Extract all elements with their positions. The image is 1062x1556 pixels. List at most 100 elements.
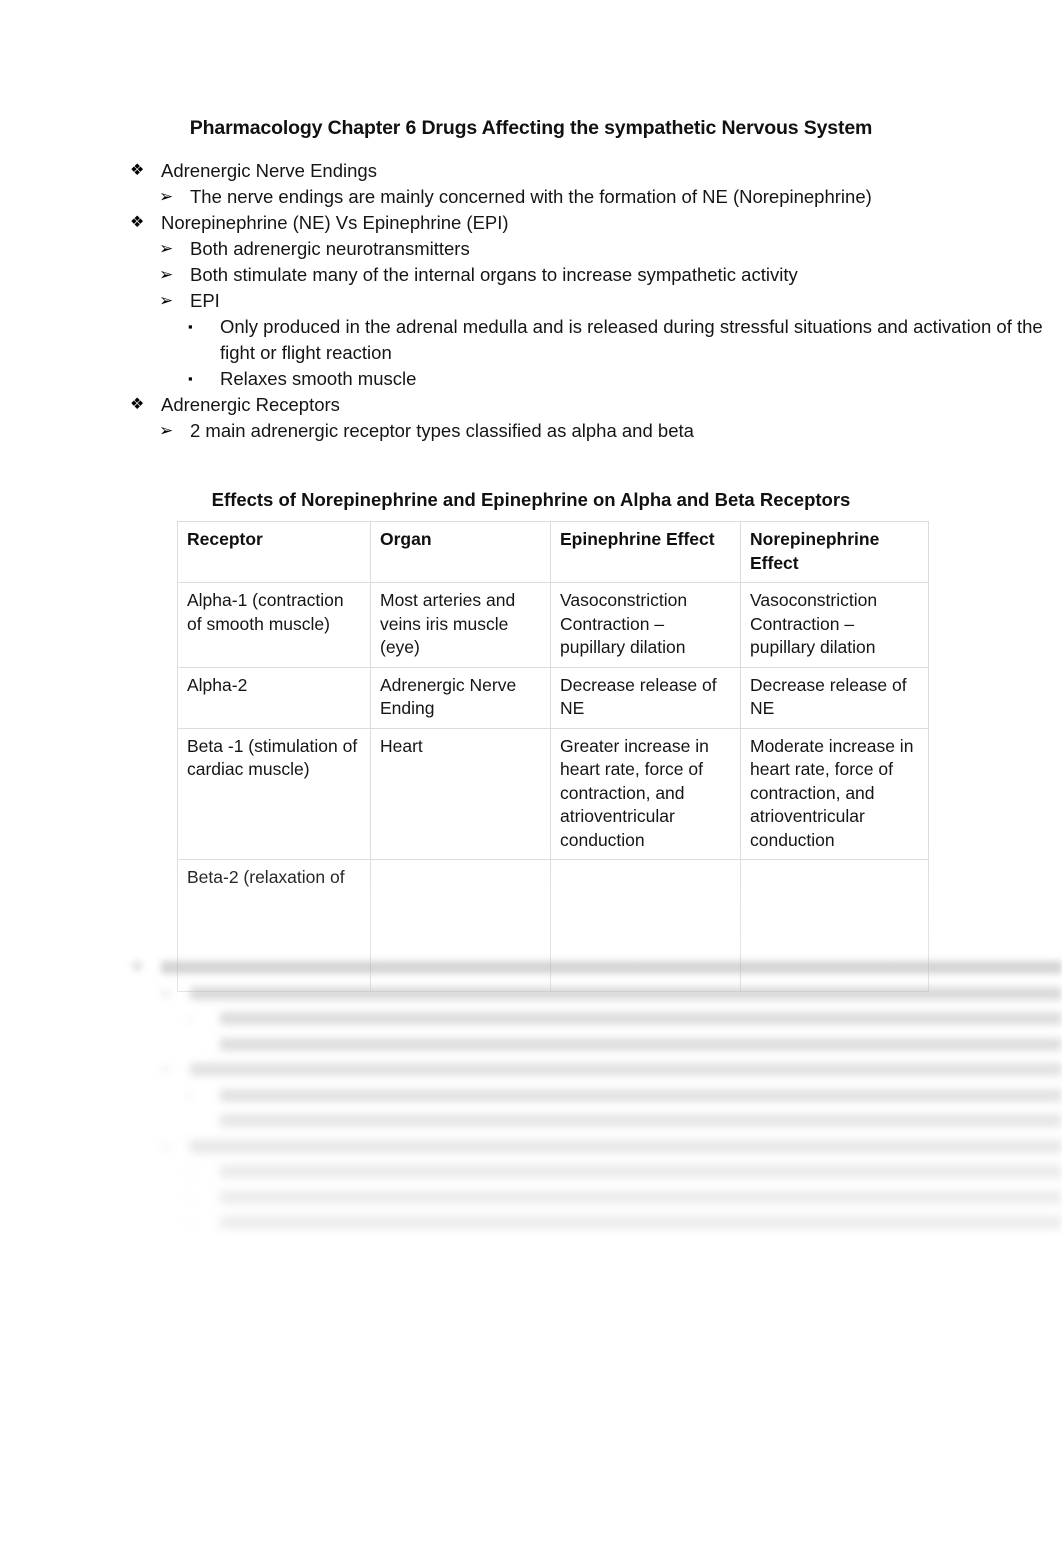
illegible-text-block — [220, 1114, 1062, 1127]
illegible-list-item: ▪ — [0, 1210, 1062, 1236]
outline-list: ❖ Adrenergic Nerve Endings ➢ The nerve e… — [0, 158, 1062, 444]
column-header-organ: Organ — [370, 521, 551, 583]
illegible-text-block — [220, 1190, 1062, 1204]
cell-organ: Adrenergic Nerve Ending — [370, 666, 551, 729]
list-item-label: EPI — [190, 290, 220, 311]
illegible-text-block — [750, 913, 919, 937]
list-item: ❖ Adrenergic Nerve Endings — [0, 158, 1062, 184]
diamond-bullet-icon: ❖ — [130, 214, 145, 231]
cell-receptor-text: Beta-2 (relaxation of — [187, 867, 345, 887]
square-bullet-icon: ▪ — [188, 370, 193, 386]
illegible-list-item — [0, 1032, 1062, 1058]
illegible-text-block — [220, 1037, 1062, 1051]
cell-norepinephrine: Decrease release of NE — [740, 666, 929, 729]
illegible-text-block — [187, 913, 361, 937]
effects-table-container: Receptor Organ Epinephrine Effect Norepi… — [177, 521, 929, 992]
list-item-label: Only produced in the adrenal medulla and… — [220, 316, 1043, 363]
arrow-bullet-icon: ➢ — [159, 187, 174, 206]
cell-receptor: Beta -1 (stimulation of cardiac muscle) — [177, 727, 371, 860]
list-item-label: Both stimulate many of the internal orga… — [190, 264, 798, 285]
illegible-text-block — [220, 1216, 1062, 1229]
illegible-list-item — [0, 1108, 1062, 1134]
table-caption: Effects of Norepinephrine and Epinephrin… — [211, 489, 851, 510]
arrow-bullet-icon: ➢ — [159, 983, 174, 1003]
illegible-text-block — [220, 1088, 1062, 1102]
cell-epinephrine: Decrease release of NE — [550, 666, 741, 729]
illegible-list-item: ➢ — [0, 1057, 1062, 1083]
cell-norepinephrine: Moderate increase in heart rate, force o… — [740, 727, 929, 860]
illegible-text-block — [380, 913, 541, 937]
illegible-list-item: ➢ — [0, 981, 1062, 1007]
illegible-list-item: ▪ — [0, 1006, 1062, 1032]
diamond-bullet-icon: ❖ — [130, 162, 145, 179]
square-bullet-icon: ▪ — [188, 319, 193, 334]
effects-table: Receptor Organ Epinephrine Effect Norepi… — [177, 521, 929, 992]
blurred-outline-block: ❖ ➢ ▪ ➢ ▪ ➢ ▪ ▪ ▪ — [0, 955, 1062, 1236]
arrow-bullet-icon: ➢ — [159, 1136, 174, 1156]
illegible-text-block — [220, 1012, 1062, 1025]
illegible-text-block — [380, 866, 541, 890]
page-title: Pharmacology Chapter 6 Drugs Affecting t… — [189, 117, 873, 139]
table-row: Alpha-2 Adrenergic Nerve Ending Decrease… — [177, 666, 929, 729]
arrow-bullet-icon: ➢ — [159, 1060, 174, 1079]
arrow-bullet-icon: ➢ — [159, 265, 174, 284]
list-item: ➢ The nerve endings are mainly concerned… — [0, 184, 1062, 210]
arrow-bullet-icon: ➢ — [159, 239, 174, 258]
cell-organ: Heart — [370, 727, 551, 860]
list-item-label: Relaxes smooth muscle — [220, 367, 417, 389]
list-item-label: The nerve endings are mainly concerned w… — [190, 186, 872, 207]
cell-receptor: Alpha-1 (contraction of smooth muscle) — [177, 582, 371, 668]
list-item-label: Adrenergic Receptors — [161, 393, 340, 415]
cell-organ: Most arteries and veins iris muscle (eye… — [370, 582, 551, 668]
cell-epinephrine: Vasoconstriction Contraction – pupillary… — [550, 582, 741, 668]
list-item: ➢ Both adrenergic neurotransmitters — [0, 236, 1062, 262]
illegible-text-block — [190, 1063, 1062, 1076]
diamond-bullet-icon: ❖ — [130, 395, 145, 413]
illegible-text-block — [560, 913, 731, 937]
illegible-text-block — [380, 890, 541, 914]
list-item: ❖ Norepinephrine (NE) Vs Epinephrine (EP… — [0, 210, 1062, 236]
table-row: Beta -1 (stimulation of cardiac muscle) … — [177, 727, 929, 860]
illegible-text-block — [560, 866, 731, 890]
illegible-text-block — [220, 1165, 1062, 1178]
illegible-list-item: ❖ — [0, 955, 1062, 981]
table-header-row: Receptor Organ Epinephrine Effect Norepi… — [177, 521, 929, 583]
illegible-text-block — [560, 890, 731, 914]
cell-receptor: Alpha-2 — [177, 666, 371, 729]
table-row: Alpha-1 (contraction of smooth muscle) M… — [177, 582, 929, 668]
cell-norepinephrine: Vasoconstriction Contraction – pupillary… — [740, 582, 929, 668]
list-item: ▪ Relaxes smooth muscle — [0, 366, 1062, 392]
diamond-bullet-icon: ❖ — [130, 959, 145, 976]
illegible-text-block — [187, 890, 361, 914]
list-item: ➢ Both stimulate many of the internal or… — [0, 262, 1062, 288]
arrow-bullet-icon: ➢ — [159, 291, 174, 310]
illegible-list-item: ▪ — [0, 1083, 1062, 1109]
illegible-list-item: ▪ — [0, 1159, 1062, 1185]
illegible-text-block — [190, 986, 1062, 1000]
square-bullet-icon: ▪ — [188, 1215, 193, 1230]
cell-epinephrine: Greater increase in heart rate, force of… — [550, 727, 741, 860]
illegible-text-block — [750, 890, 919, 914]
square-bullet-icon: ▪ — [188, 1189, 193, 1205]
square-bullet-icon: ▪ — [188, 1164, 193, 1179]
column-header-receptor: Receptor — [177, 521, 371, 583]
list-item-label: Both adrenergic neurotransmitters — [190, 238, 470, 259]
column-header-epinephrine: Epinephrine Effect — [550, 521, 741, 583]
illegible-text-block — [161, 961, 1062, 974]
list-item: ➢ 2 main adrenergic receptor types class… — [0, 418, 1062, 444]
illegible-list-item: ➢ — [0, 1134, 1062, 1160]
illegible-text-block — [750, 866, 919, 890]
document-page: Pharmacology Chapter 6 Drugs Affecting t… — [0, 0, 1062, 1556]
list-item-label: 2 main adrenergic receptor types classif… — [190, 419, 694, 441]
square-bullet-icon: ▪ — [188, 1087, 193, 1103]
illegible-text-block — [190, 1139, 1062, 1153]
column-header-norepinephrine: Norepinephrine Effect — [740, 521, 929, 583]
square-bullet-icon: ▪ — [188, 1011, 193, 1026]
list-item-label: Norepinephrine (NE) Vs Epinephrine (EPI) — [161, 212, 509, 233]
arrow-bullet-icon: ➢ — [159, 420, 174, 440]
list-item: ❖ Adrenergic Receptors — [0, 392, 1062, 418]
illegible-list-item: ▪ — [0, 1185, 1062, 1211]
list-item: ➢ EPI — [0, 288, 1062, 314]
list-item: ▪ Only produced in the adrenal medulla a… — [0, 314, 1062, 365]
list-item-label: Adrenergic Nerve Endings — [161, 160, 377, 181]
